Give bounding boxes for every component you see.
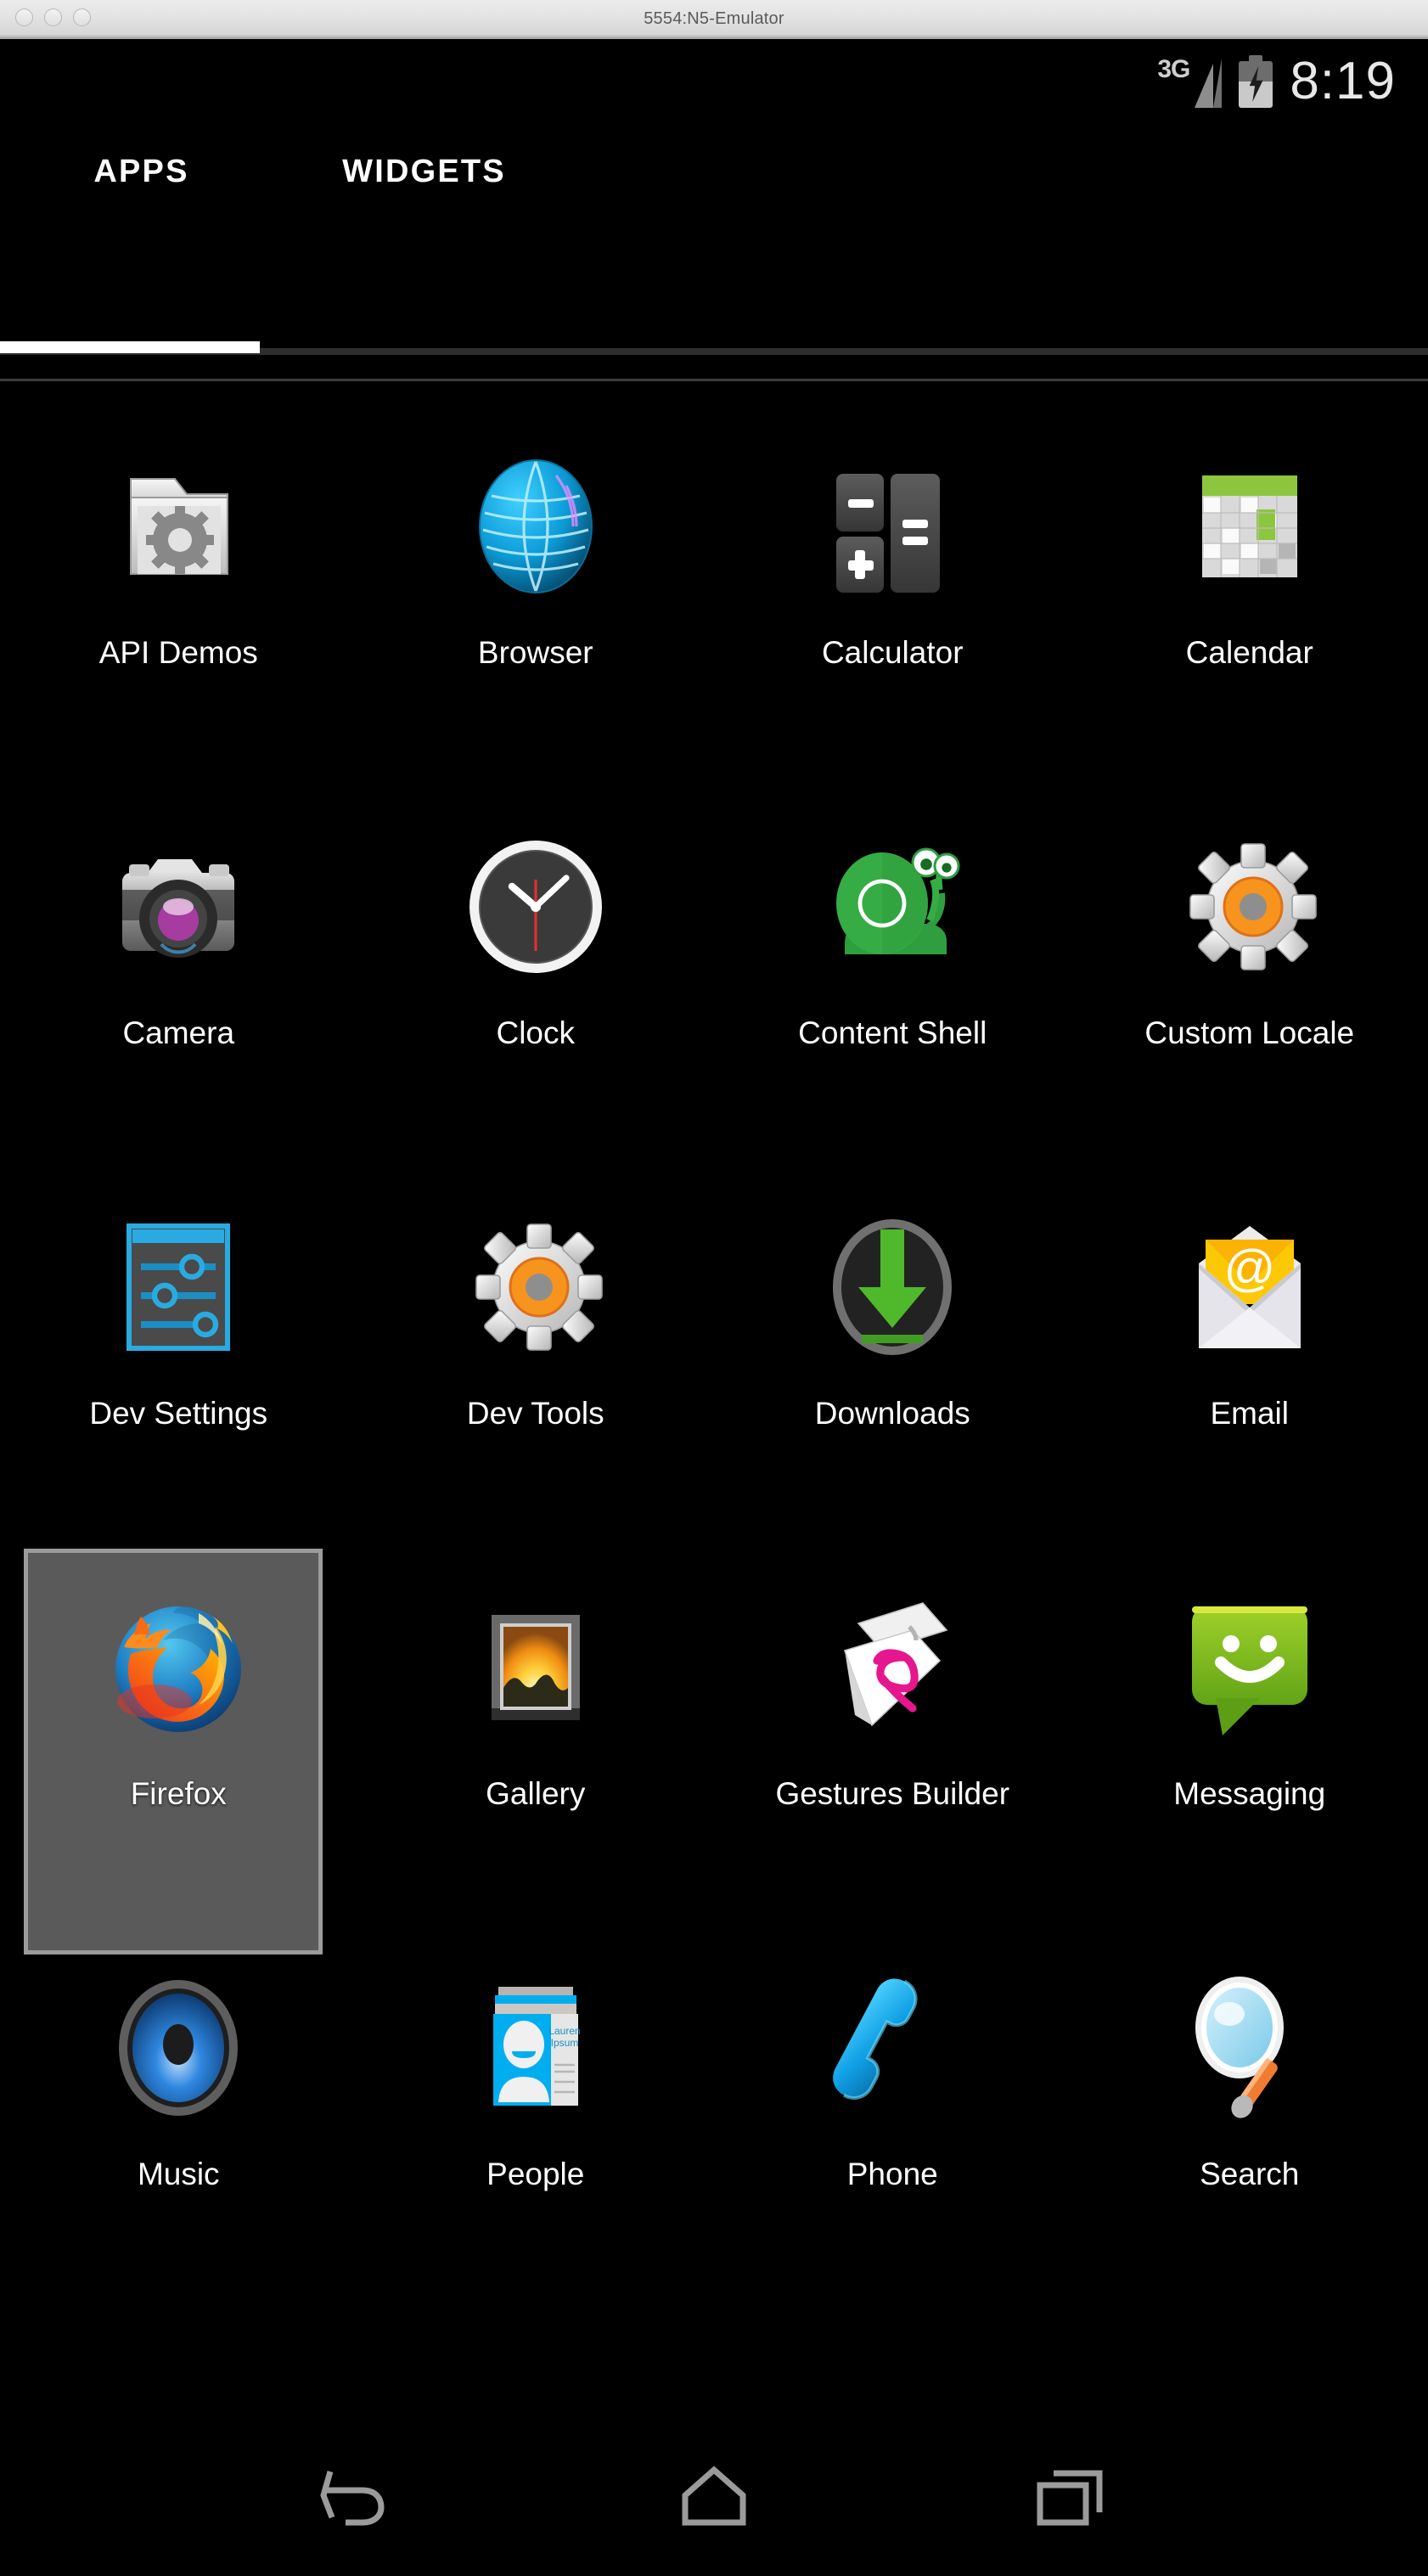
app-label: Firefox (130, 1776, 227, 1811)
picture-frame-icon (451, 1583, 621, 1752)
app-tile-content-shell[interactable]: Content Shell (714, 769, 1071, 1150)
app-label: Gallery (486, 1776, 586, 1811)
app-tile-search[interactable]: Search (1071, 1910, 1428, 2291)
app-label: Messaging (1173, 1776, 1326, 1811)
tab-apps[interactable]: APPS (0, 124, 283, 219)
folder-gear-icon (93, 442, 263, 611)
app-label: Clock (496, 1015, 576, 1050)
app-tile-browser[interactable]: Browser (357, 389, 715, 769)
tab-apps-label: APPS (93, 153, 189, 189)
home-icon[interactable] (663, 2449, 765, 2542)
app-tile-phone[interactable]: Phone (714, 1910, 1071, 2291)
contact-card-name-line2: Ipsum (550, 2037, 578, 2049)
status-clock: 8:19 (1290, 52, 1396, 110)
gear-orange-icon (1165, 822, 1335, 992)
app-label: Browser (477, 635, 593, 670)
analog-clock-icon (451, 822, 621, 992)
app-tile-dev-tools[interactable]: Dev Tools (357, 1150, 715, 1530)
app-tile-gestures-builder[interactable]: Gestures Builder (714, 1530, 1071, 1910)
app-label: Content Shell (798, 1015, 987, 1050)
firefox-icon (93, 1583, 263, 1752)
window-controls[interactable] (15, 8, 91, 26)
gesture-pad-icon (807, 1583, 977, 1752)
app-grid: API Demos Browser Calculator Calendar Ca… (0, 389, 1428, 2291)
speaker-icon (93, 1963, 263, 2133)
app-label: Dev Settings (89, 1396, 268, 1431)
app-tile-music[interactable]: Music (0, 1910, 357, 2291)
app-label: Calculator (821, 635, 964, 670)
app-tile-email[interactable]: @ Email (1071, 1150, 1428, 1530)
app-label: Dev Tools (466, 1396, 604, 1431)
app-tile-camera[interactable]: Camera (0, 769, 357, 1150)
tab-widgets-label: WIDGETS (342, 153, 506, 189)
app-label: Custom Locale (1144, 1015, 1355, 1050)
android-screen: 3G 8:19 APPS WIDGETS API Demos Browser C… (0, 39, 1428, 2576)
camera-icon (93, 822, 263, 992)
battery-charging-icon (1235, 55, 1276, 108)
system-navigation-bar (0, 2415, 1428, 2576)
tab-active-indicator (0, 341, 260, 353)
app-label: Email (1210, 1396, 1290, 1431)
app-label: Music (137, 2157, 220, 2191)
status-bar: 3G 8:19 (0, 39, 1428, 124)
app-label: Gestures Builder (775, 1776, 1010, 1811)
contact-card-name-line1: Lauren (548, 2025, 580, 2037)
app-label: API Demos (98, 635, 258, 670)
signal-bars-icon: 3G (1157, 55, 1223, 108)
drawer-divider (0, 379, 1428, 381)
app-tile-api-demos[interactable]: API Demos (0, 389, 357, 769)
zoom-button[interactable] (73, 8, 91, 26)
calculator-keys-icon (807, 442, 977, 611)
snail-icon (807, 822, 977, 992)
app-tile-calculator[interactable]: Calculator (714, 389, 1071, 769)
speech-bubble-icon (1165, 1583, 1335, 1752)
app-tile-clock[interactable]: Clock (357, 769, 715, 1150)
close-button[interactable] (15, 8, 33, 26)
magnifier-icon (1165, 1963, 1335, 2133)
tab-widgets[interactable]: WIDGETS (283, 124, 565, 219)
calendar-grid-icon (1165, 442, 1335, 611)
sliders-panel-icon (93, 1202, 263, 1372)
svg-text:@: @ (1223, 1240, 1275, 1296)
contact-card-icon: Lauren Ipsum (451, 1963, 621, 2133)
window-titlebar: 5554:N5-Emulator (0, 0, 1428, 39)
app-label: Search (1200, 2157, 1300, 2191)
app-tile-firefox[interactable]: Firefox (0, 1530, 357, 1954)
gear-orange-icon (451, 1202, 621, 1372)
globe-icon (451, 442, 621, 611)
minimize-button[interactable] (44, 8, 62, 26)
app-label: People (486, 2157, 585, 2191)
app-tile-downloads[interactable]: Downloads (714, 1150, 1071, 1530)
app-tile-custom-locale[interactable]: Custom Locale (1071, 769, 1428, 1150)
app-tile-calendar[interactable]: Calendar (1071, 389, 1428, 769)
recents-icon[interactable] (1020, 2449, 1122, 2542)
drawer-tabs: APPS WIDGETS (0, 124, 1428, 219)
tab-underline-track (0, 341, 1428, 355)
app-label: Calendar (1185, 635, 1313, 670)
back-arrow-icon[interactable] (306, 2449, 408, 2542)
app-tile-gallery[interactable]: Gallery (357, 1530, 715, 1910)
window-title: 5554:N5-Emulator (644, 8, 784, 28)
envelope-at-icon: @ (1165, 1202, 1335, 1372)
app-label: Camera (122, 1015, 235, 1050)
download-arrow-icon (807, 1202, 977, 1372)
app-tile-people[interactable]: Lauren Ipsum People (357, 1910, 715, 2291)
app-label: Downloads (814, 1396, 970, 1431)
handset-icon (807, 1963, 977, 2133)
app-tile-messaging[interactable]: Messaging (1071, 1530, 1428, 1910)
app-tile-dev-settings[interactable]: Dev Settings (0, 1150, 357, 1530)
app-label: Phone (846, 2157, 938, 2191)
emulator-window: 5554:N5-Emulator 3G 8:19 APPS WIDGETS AP… (0, 0, 1428, 2576)
